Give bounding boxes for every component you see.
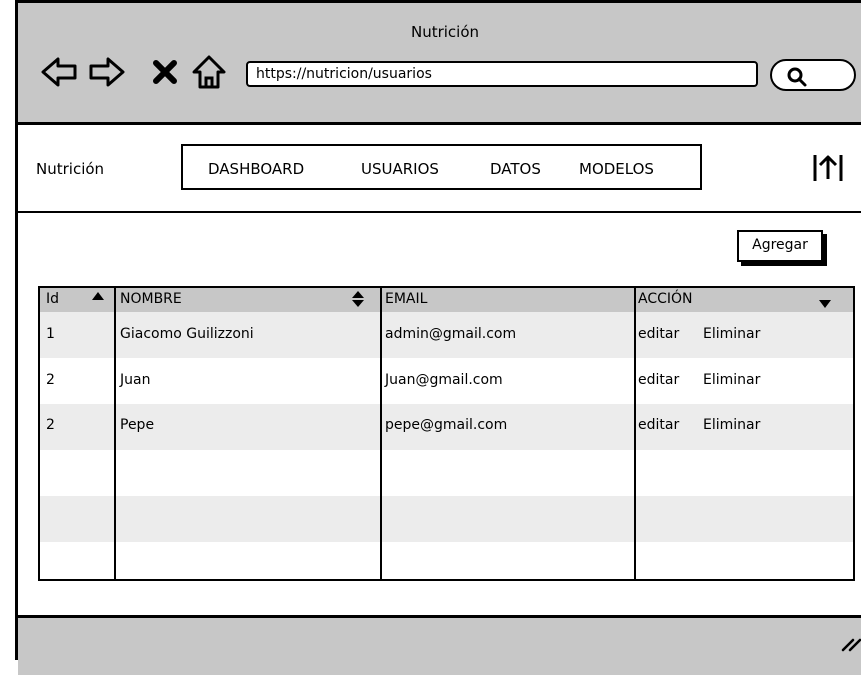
column-divider (634, 288, 636, 579)
column-header-nombre[interactable]: NOMBRE (120, 291, 182, 307)
column-divider (380, 288, 382, 579)
cell-nombre: Giacomo Guilizzoni (120, 326, 254, 342)
sort-descending-icon[interactable] (819, 300, 831, 308)
tab-datos[interactable]: DATOS (490, 160, 541, 178)
delete-link[interactable]: Eliminar (703, 372, 760, 388)
table-row-stripe (40, 496, 853, 542)
back-icon[interactable] (40, 53, 78, 91)
column-header-accion[interactable]: ACCIÓN (638, 291, 693, 307)
browser-window: Nutrición https://nutricion/usuarios Nut… (15, 0, 861, 675)
column-header-email[interactable]: EMAIL (385, 291, 427, 307)
home-icon[interactable] (190, 53, 228, 91)
tab-dashboard[interactable]: DASHBOARD (208, 160, 304, 178)
cell-email: Juan@gmail.com (385, 372, 503, 388)
cell-nombre: Pepe (120, 417, 155, 433)
users-table: Id NOMBRE EMAIL ACCIÓN 1 Giacomo Guilizz… (38, 286, 855, 581)
cell-id: 2 (46, 417, 55, 433)
main-menu: DASHBOARD USUARIOS DATOS MODELOS (181, 144, 702, 190)
edit-link[interactable]: editar (638, 326, 679, 342)
edit-link[interactable]: editar (638, 417, 679, 433)
stop-icon[interactable] (151, 58, 179, 86)
sort-ascending-icon[interactable] (92, 292, 104, 300)
cell-id: 1 (46, 326, 55, 342)
browser-chrome: Nutrición https://nutricion/usuarios (18, 3, 861, 125)
url-input[interactable]: https://nutricion/usuarios (246, 61, 758, 87)
column-header-id[interactable]: Id (46, 291, 59, 307)
cell-email: pepe@gmail.com (385, 417, 508, 433)
edit-link[interactable]: editar (638, 372, 679, 388)
delete-link[interactable]: Eliminar (703, 326, 760, 342)
cell-nombre: Juan (120, 372, 151, 388)
status-bar (18, 615, 861, 675)
delete-link[interactable]: Eliminar (703, 417, 760, 433)
upload-icon[interactable] (813, 151, 843, 185)
tab-usuarios[interactable]: USUARIOS (361, 160, 439, 178)
forward-icon[interactable] (88, 53, 126, 91)
column-divider (114, 288, 116, 579)
sort-both-icon[interactable] (352, 291, 364, 307)
resize-grip-icon[interactable] (841, 632, 861, 652)
search-icon (787, 67, 807, 87)
browser-search-button[interactable] (770, 59, 856, 91)
cell-email: admin@gmail.com (385, 326, 517, 342)
window-title: Nutrición (410, 23, 480, 41)
app-brand: Nutrición (36, 160, 105, 178)
add-user-button[interactable]: Agregar (737, 230, 823, 262)
cell-id: 2 (46, 372, 55, 388)
app-header: Nutrición DASHBOARD USUARIOS DATOS MODEL… (18, 125, 861, 213)
tab-modelos[interactable]: MODELOS (579, 160, 654, 178)
